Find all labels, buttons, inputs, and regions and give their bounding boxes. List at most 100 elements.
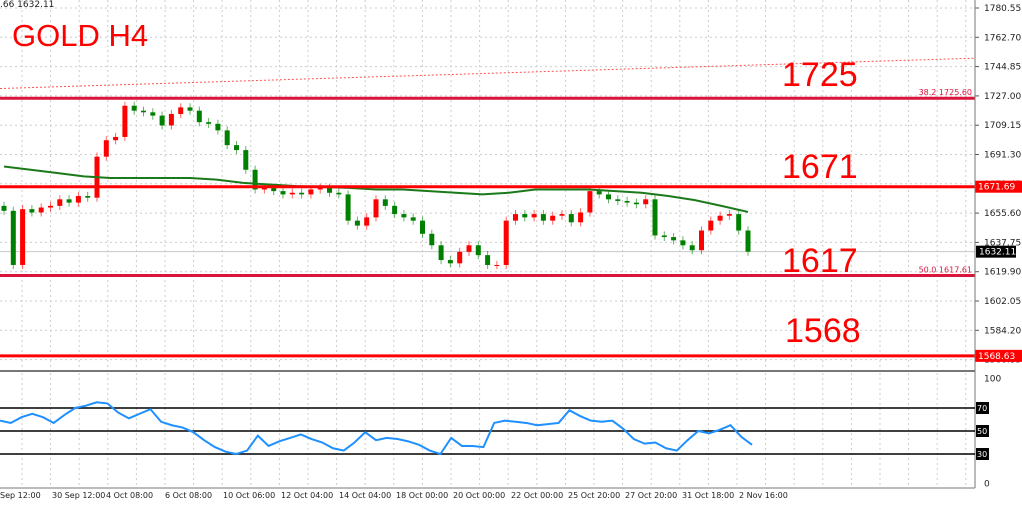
price-tick-label: 1780.55 bbox=[984, 4, 1021, 14]
candle-body bbox=[66, 199, 72, 203]
candle-body bbox=[540, 214, 546, 221]
price-tick-label: 1727.00 bbox=[984, 92, 1021, 102]
candle-body bbox=[438, 245, 444, 261]
time-tick-label: 20 Oct 00:00 bbox=[453, 491, 505, 500]
price-tick-label: 1709.15 bbox=[984, 121, 1021, 131]
candle-body bbox=[327, 187, 332, 193]
candle-body bbox=[131, 105, 137, 111]
axis-price-tag: 1671.69 bbox=[978, 183, 1015, 193]
candle-body bbox=[234, 145, 239, 151]
price-tick-label: 1602.05 bbox=[984, 297, 1021, 307]
candle-body bbox=[168, 113, 174, 126]
candle-body bbox=[178, 107, 184, 114]
candle-body bbox=[717, 215, 723, 221]
candle-body bbox=[1, 205, 7, 211]
time-tick-label: 31 Oct 18:00 bbox=[682, 491, 734, 500]
candle-body bbox=[689, 245, 695, 251]
candle-body bbox=[364, 217, 370, 226]
time-tick-label: 4 Oct 08:00 bbox=[106, 491, 153, 500]
time-tick-label: 6 Oct 08:00 bbox=[165, 491, 212, 500]
candle-body bbox=[736, 214, 742, 231]
candle-body bbox=[10, 210, 16, 265]
candle-body bbox=[271, 187, 277, 192]
candle-body bbox=[606, 194, 611, 200]
candle-body bbox=[336, 192, 342, 195]
price-tick-label: 1584.20 bbox=[984, 326, 1021, 336]
candle-body bbox=[624, 200, 630, 203]
candle-body bbox=[568, 214, 574, 223]
candle-body bbox=[522, 214, 528, 218]
candle-body bbox=[447, 260, 453, 264]
fib-level-label: 38.2 1725.60 bbox=[919, 88, 972, 97]
time-tick-label: 22 Oct 00:00 bbox=[511, 491, 563, 500]
candle-body bbox=[224, 130, 230, 146]
time-tick-label: Sep 12:00 bbox=[0, 491, 41, 500]
annotation-1671: 1671 bbox=[782, 148, 858, 186]
time-tick-label: 25 Oct 20:00 bbox=[568, 491, 620, 500]
candle-body bbox=[661, 235, 667, 238]
candle-body bbox=[559, 214, 565, 216]
fib-level-label: 50.0 1617.61 bbox=[919, 265, 972, 274]
candle-body bbox=[141, 110, 146, 113]
candle-body bbox=[85, 196, 91, 198]
candle-body bbox=[187, 107, 193, 111]
time-tick-label: 12 Oct 04:00 bbox=[281, 491, 333, 500]
chart-title: GOLD H4 bbox=[12, 18, 149, 53]
rsi-line bbox=[0, 401, 753, 456]
time-tick-label: 14 Oct 04:00 bbox=[339, 491, 391, 500]
candle-body bbox=[345, 194, 351, 221]
candle-body bbox=[531, 214, 537, 218]
time-tick-label: 27 Oct 20:00 bbox=[625, 491, 677, 500]
candle-body bbox=[382, 199, 388, 206]
candle-body bbox=[113, 136, 119, 141]
candle-body bbox=[308, 189, 314, 195]
candle-body bbox=[38, 207, 44, 213]
candle-body bbox=[75, 196, 81, 203]
candle-body bbox=[103, 140, 109, 157]
axis-price-tag: 1568.63 bbox=[978, 352, 1015, 362]
time-tick-label: 18 Oct 00:00 bbox=[396, 491, 448, 500]
candle-body bbox=[196, 110, 202, 123]
candle-body bbox=[401, 214, 407, 218]
candle-body bbox=[29, 209, 35, 213]
candle-body bbox=[410, 217, 416, 221]
time-tick-label: 30 Sep 12:00 bbox=[52, 491, 105, 500]
candle-body bbox=[206, 122, 212, 124]
annotation-1568: 1568 bbox=[785, 312, 861, 350]
candle-body bbox=[429, 233, 435, 246]
candle-body bbox=[57, 199, 63, 206]
candle-body bbox=[159, 115, 165, 126]
candle-body bbox=[20, 209, 26, 265]
rsi-tick-label: 0 bbox=[984, 480, 990, 490]
candle-body bbox=[503, 220, 509, 265]
candle-body bbox=[699, 230, 704, 251]
candle-body bbox=[726, 214, 732, 216]
rsi-tick-label: 100 bbox=[984, 375, 1001, 385]
candle-body bbox=[48, 205, 53, 208]
candle-body bbox=[643, 199, 649, 205]
candle-body bbox=[243, 150, 249, 170]
candle-body bbox=[466, 245, 472, 252]
candle-body bbox=[494, 264, 500, 266]
candle-body bbox=[299, 192, 305, 195]
candle-body bbox=[550, 215, 556, 221]
candle-body bbox=[457, 251, 463, 264]
price-tick-label: 1744.85 bbox=[984, 63, 1021, 73]
candle-body bbox=[596, 191, 602, 195]
time-tick-label: 10 Oct 06:00 bbox=[223, 491, 275, 500]
candle-body bbox=[615, 199, 621, 201]
candle-body bbox=[587, 191, 593, 213]
price-tick-label: 1762.70 bbox=[984, 33, 1021, 43]
current-price-tag: 1632.11 bbox=[979, 248, 1016, 258]
candle-body bbox=[420, 220, 425, 234]
candle-body bbox=[122, 105, 128, 137]
candle-body bbox=[671, 237, 677, 241]
candle-body bbox=[392, 205, 398, 215]
candle-body bbox=[680, 240, 686, 246]
annotation-1617: 1617 bbox=[782, 242, 858, 280]
candle-body bbox=[289, 192, 295, 195]
price-chart[interactable]: 1780.55 1762.70 1744.85 1727.00 1709.15 1691.… bbox=[0, 0, 1022, 506]
annotation-1725: 1725 bbox=[782, 56, 858, 94]
candle-body bbox=[708, 220, 714, 231]
time-tick-label: 2 Nov 16:00 bbox=[739, 491, 788, 500]
